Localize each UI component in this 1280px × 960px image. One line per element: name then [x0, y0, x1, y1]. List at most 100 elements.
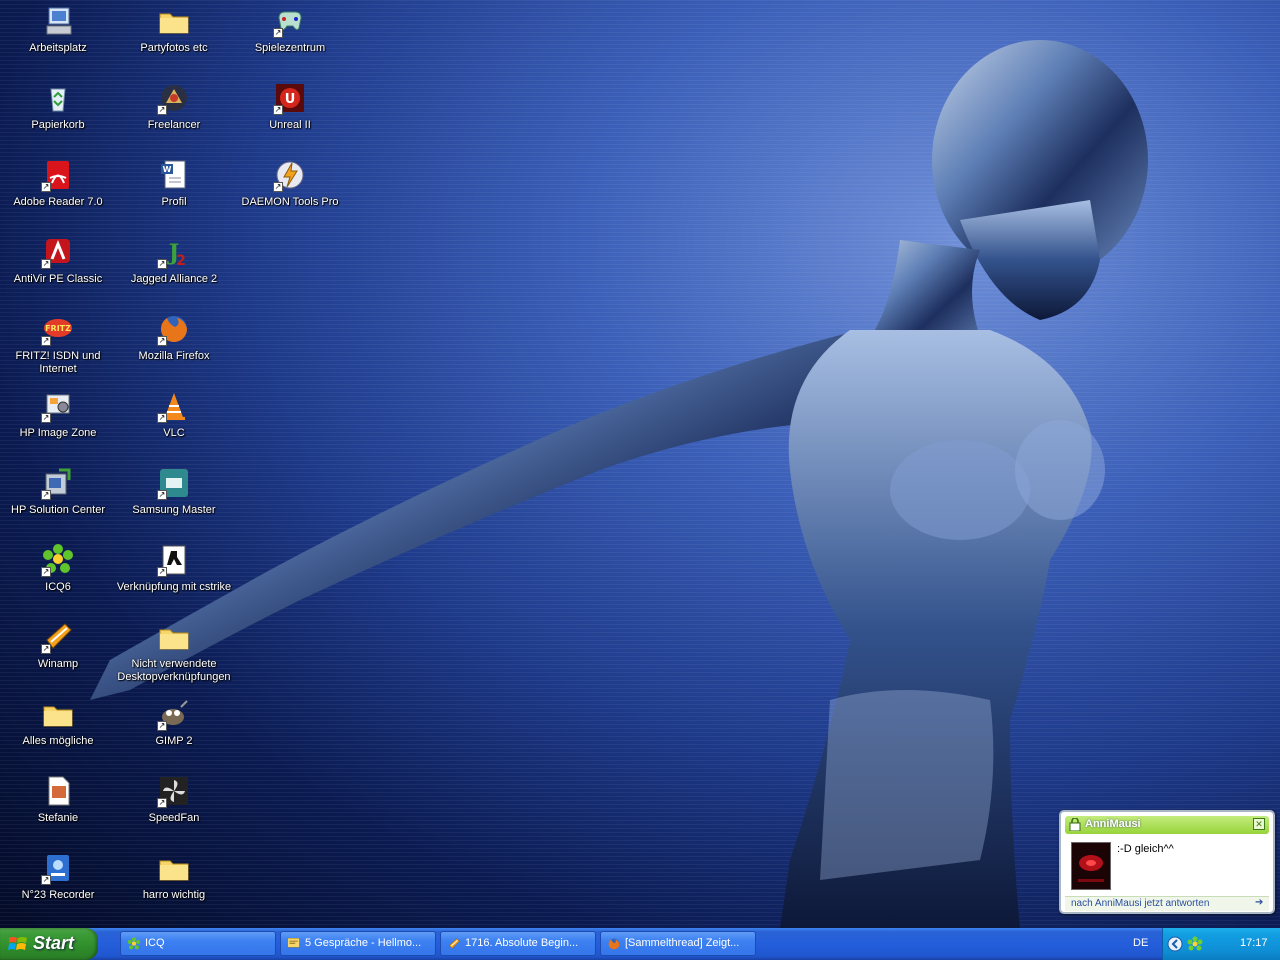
taskbar-button[interactable]: ICQ	[120, 931, 276, 956]
desktop-icon-label: HP Solution Center	[11, 504, 105, 516]
desktop-icon-label: GIMP 2	[155, 735, 193, 747]
desktop-icon-label: harro wichtig	[142, 889, 206, 901]
desktop-icon-label: Freelancer	[147, 119, 201, 131]
desktop-icon[interactable]: Nicht verwendete Desktopverknüpfungen	[116, 618, 232, 692]
desktop-icon[interactable]: ↗ SpeedFan	[116, 772, 232, 846]
desktop-icon[interactable]: ↗ Samsung Master	[116, 464, 232, 538]
taskbar: Start ICQ 5 Gespräche - Hellmo... 1716. Ab…	[0, 928, 1280, 960]
folder-icon	[157, 851, 191, 885]
desktop-icon[interactable]: FRITZ ↗ FRITZ! ISDN und Internet	[0, 310, 116, 384]
desktop-icon[interactable]: ↗ Freelancer	[116, 79, 232, 153]
start-button[interactable]: Start	[0, 928, 98, 960]
desktop-icon[interactable]: ↗ Winamp	[0, 618, 116, 692]
svg-text:2: 2	[176, 253, 186, 269]
desktop-icon-label: Mozilla Firefox	[138, 350, 210, 362]
firefox-icon: ↗	[157, 312, 191, 346]
desktop-icon[interactable]: Arbeitsplatz	[0, 2, 116, 76]
firefox-icon	[608, 938, 620, 950]
desktop-icon[interactable]: ↗ VLC	[116, 387, 232, 461]
shortcut-arrow-icon: ↗	[41, 490, 51, 500]
desktop-icon-label: Winamp	[37, 658, 79, 670]
adobe-reader-icon: ↗	[41, 158, 75, 192]
chevron-left-icon[interactable]	[1167, 936, 1183, 952]
desktop-icon[interactable]: U ↗ Unreal II	[232, 79, 348, 153]
taskbar-button[interactable]: 5 Gespräche - Hellmo...	[280, 931, 436, 956]
desktop-icon-label: DAEMON Tools Pro	[241, 196, 339, 208]
recorder-icon: ↗	[41, 851, 75, 885]
daemon-tools-icon: ↗	[273, 158, 307, 192]
icq-flower-icon	[127, 937, 141, 950]
desktop-icon[interactable]: ↗ ICQ6	[0, 541, 116, 615]
desktop-icon[interactable]: Alles mögliche	[0, 695, 116, 769]
shortcut-arrow-icon: ↗	[157, 413, 167, 423]
desktop-icon[interactable]: harro wichtig	[116, 849, 232, 923]
avatar	[1071, 842, 1111, 890]
desktop-icon-label: Verknüpfung mit cstrike	[116, 581, 232, 593]
desktop-icon[interactable]: J 2 ↗ Jagged Alliance 2	[116, 233, 232, 307]
desktop-icon-label: Nicht verwendete Desktopverknüpfungen	[117, 658, 231, 683]
freelancer-icon: ↗	[157, 81, 191, 115]
shortcut-arrow-icon: ↗	[41, 875, 51, 885]
desktop-icon[interactable]: ↗ Spielezentrum	[232, 2, 348, 76]
desktop-icon-label: Adobe Reader 7.0	[13, 196, 103, 208]
desktop-icon[interactable]: ↗ DAEMON Tools Pro	[232, 156, 348, 230]
desktop-icon-label: Arbeitsplatz	[29, 42, 87, 54]
reply-link[interactable]: nach AnniMausi jetzt antworten ➔	[1065, 896, 1269, 911]
desktop-icon[interactable]: Papierkorb	[0, 79, 116, 153]
jagged-alliance-icon: J 2 ↗	[157, 235, 191, 269]
system-tray: DE 17:17	[1133, 928, 1280, 960]
notification-titlebar: AnniMausi ✕	[1065, 816, 1269, 834]
desktop-icon-label: AntiVir PE Classic	[13, 273, 103, 285]
desktop-icon[interactable]: Partyfotos etc	[116, 2, 232, 76]
shortcut-arrow-icon: ↗	[157, 490, 167, 500]
lock-icon	[1069, 818, 1081, 831]
desktop-icon[interactable]: ↗ Adobe Reader 7.0	[0, 156, 116, 230]
taskbar-button-label: [Sammelthread] Zeigt...	[625, 937, 740, 949]
desktop-icon[interactable]: ↗ Verknüpfung mit cstrike	[116, 541, 232, 615]
desktop-icon-label: SpeedFan	[148, 812, 200, 824]
hp-image-zone-icon: ↗	[41, 389, 75, 423]
clock[interactable]: 17:17	[1240, 937, 1268, 949]
close-icon[interactable]: ✕	[1253, 818, 1265, 830]
arrow-right-icon[interactable]: ➔	[1255, 897, 1263, 908]
avatar-image	[1078, 855, 1104, 882]
icq-tray-icon[interactable]	[1187, 936, 1203, 952]
desktop-icon-label: Jagged Alliance 2	[130, 273, 218, 285]
reply-link-label[interactable]: nach AnniMausi jetzt antworten	[1071, 898, 1209, 909]
desktop-icon[interactable]: ↗ N°23 Recorder	[0, 849, 116, 923]
desktop-icon[interactable]: W Profil	[116, 156, 232, 230]
notification-title: AnniMausi	[1085, 818, 1141, 830]
folder-icon	[157, 4, 191, 38]
desktop-icon-label: Unreal II	[269, 119, 311, 131]
hp-solution-center-icon: ↗	[41, 466, 75, 500]
desktop-icon-label: Samsung Master	[132, 504, 216, 516]
taskbar-button[interactable]: [Sammelthread] Zeigt...	[600, 931, 756, 956]
icq-notification[interactable]: AnniMausi ✕ :-D gleich^^ nach AnniMausi …	[1059, 810, 1275, 914]
desktop-icon[interactable]: ↗ Mozilla Firefox	[116, 310, 232, 384]
taskbar-button[interactable]: 1716. Absolute Begin...	[440, 931, 596, 956]
gimp-icon: ↗	[157, 697, 191, 731]
desktop-icon[interactable]: ↗ HP Image Zone	[0, 387, 116, 461]
unreal-icon: U ↗	[273, 81, 307, 115]
winamp-icon	[449, 938, 460, 949]
svg-text:W: W	[163, 165, 172, 174]
chat-window-icon	[287, 938, 300, 948]
shortcut-arrow-icon: ↗	[273, 28, 283, 38]
desktop-icon-label: Profil	[161, 196, 187, 208]
shortcut-arrow-icon: ↗	[41, 413, 51, 423]
image-file-icon	[41, 774, 75, 808]
desktop-icon-label: HP Image Zone	[19, 427, 97, 439]
desktop-icon-label: Partyfotos etc	[140, 42, 208, 54]
folder-icon	[41, 697, 75, 731]
desktop-icon[interactable]: ↗ HP Solution Center	[0, 464, 116, 538]
vlc-cone-icon: ↗	[157, 389, 191, 423]
language-indicator[interactable]: DE	[1133, 937, 1148, 949]
desktop-icon-label: Spielezentrum	[254, 42, 326, 54]
desktop-icon[interactable]: Stefanie	[0, 772, 116, 846]
shortcut-arrow-icon: ↗	[41, 336, 51, 346]
shortcut-arrow-icon: ↗	[157, 259, 167, 269]
desktop-icon[interactable]: ↗ AntiVir PE Classic	[0, 233, 116, 307]
desktop-icon-label: N°23 Recorder	[21, 889, 95, 901]
desktop-icon[interactable]: ↗ GIMP 2	[116, 695, 232, 769]
notification-message: :-D gleich^^	[1117, 843, 1174, 855]
